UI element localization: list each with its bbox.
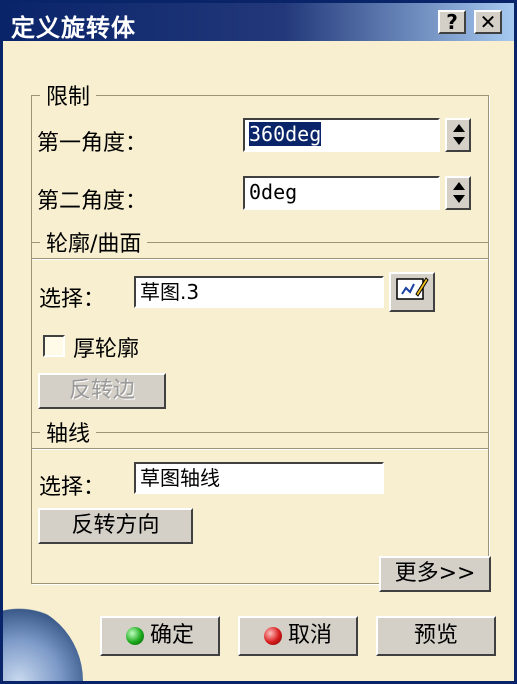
sketch-edit-icon bbox=[396, 277, 429, 300]
first-angle-input[interactable]: 360deg bbox=[243, 118, 440, 152]
spin-down-icon[interactable] bbox=[453, 195, 465, 203]
cancel-label: 取消 bbox=[287, 623, 332, 648]
axis-select-label: 选择： bbox=[39, 475, 106, 500]
axis-select-value: 草图轴线 bbox=[140, 466, 220, 490]
first-angle-value: 360deg bbox=[249, 122, 322, 146]
thick-profile-label: 厚轮廓 bbox=[73, 337, 140, 362]
second-angle-value: 0deg bbox=[249, 180, 298, 204]
help-button[interactable]: ? bbox=[438, 10, 466, 34]
spin-down-icon[interactable] bbox=[453, 137, 465, 145]
first-angle-label: 第一角度： bbox=[37, 131, 148, 156]
reverse-side-button[interactable]: 反转边 bbox=[38, 373, 166, 409]
dialog-body: 限制 第一角度： 360deg 第二角度： 0deg 轮廓/曲面 选择： 草图.… bbox=[3, 41, 514, 681]
corner-globe-decoration bbox=[3, 601, 83, 681]
cancel-button[interactable]: 取消 bbox=[238, 616, 358, 656]
revolve-dialog: 定义旋转体 ? ✕ 限制 第一角度： 360deg 第二角度： 0deg 轮廓/… bbox=[0, 0, 517, 684]
green-ball-icon bbox=[125, 627, 144, 645]
profile-legend: 轮廓/曲面 bbox=[46, 232, 142, 257]
profile-select-label: 选择： bbox=[39, 287, 106, 312]
preview-button[interactable]: 预览 bbox=[376, 616, 496, 656]
reverse-direction-button[interactable]: 反转方向 bbox=[38, 508, 193, 544]
profile-select-input[interactable]: 草图.3 bbox=[134, 276, 384, 308]
second-angle-spinner[interactable] bbox=[445, 176, 471, 210]
title-bar[interactable]: 定义旋转体 ? ✕ bbox=[3, 3, 514, 42]
second-angle-label: 第二角度： bbox=[37, 189, 148, 214]
axis-select-input[interactable]: 草图轴线 bbox=[134, 462, 384, 494]
more-button[interactable]: 更多>> bbox=[379, 556, 491, 592]
first-angle-spinner[interactable] bbox=[445, 118, 471, 152]
axis-legend: 轴线 bbox=[46, 422, 91, 447]
red-ball-icon bbox=[263, 627, 282, 645]
second-angle-input[interactable]: 0deg bbox=[243, 176, 440, 210]
limits-legend: 限制 bbox=[46, 85, 91, 110]
dialog-title: 定义旋转体 bbox=[11, 14, 136, 42]
thick-profile-checkbox[interactable] bbox=[43, 335, 65, 357]
ok-button[interactable]: 确定 bbox=[100, 616, 220, 656]
ok-label: 确定 bbox=[149, 623, 194, 648]
spin-up-icon[interactable] bbox=[453, 182, 465, 190]
profile-select-value: 草图.3 bbox=[140, 280, 200, 304]
close-button[interactable]: ✕ bbox=[474, 10, 502, 34]
sketch-button[interactable] bbox=[389, 272, 435, 312]
spin-up-icon[interactable] bbox=[453, 124, 465, 132]
